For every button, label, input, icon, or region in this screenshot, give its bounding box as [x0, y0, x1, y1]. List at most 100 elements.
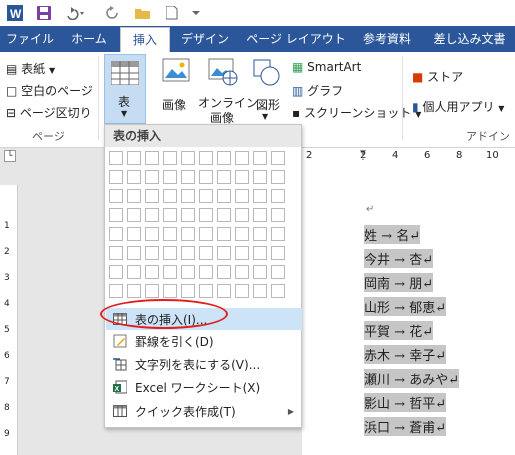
- table-grid-cell[interactable]: [181, 189, 195, 203]
- table-grid-cell[interactable]: [109, 284, 123, 298]
- tab-home[interactable]: ホーム: [62, 26, 116, 52]
- table-grid-cell[interactable]: [271, 151, 285, 165]
- table-grid-cell[interactable]: [109, 246, 123, 260]
- redo-icon[interactable]: [104, 3, 120, 23]
- smartart-button[interactable]: ▦ SmartArt: [292, 60, 361, 74]
- tab-page-layout[interactable]: ページ レイアウト: [242, 26, 350, 52]
- tab-file[interactable]: ファイル: [0, 26, 60, 52]
- table-grid-cell[interactable]: [253, 151, 267, 165]
- table-grid-cell[interactable]: [127, 208, 141, 222]
- dropdown-caret-icon[interactable]: [190, 3, 202, 23]
- table-grid-cell[interactable]: [109, 208, 123, 222]
- excel-worksheet-item[interactable]: X Excel ワークシート(X): [106, 376, 302, 398]
- table-grid-cell[interactable]: [235, 170, 249, 184]
- table-grid-cell[interactable]: [199, 151, 213, 165]
- table-grid-cell[interactable]: [109, 151, 123, 165]
- save-icon[interactable]: [34, 3, 54, 23]
- table-grid-cell[interactable]: [217, 265, 231, 279]
- table-grid-cell[interactable]: [181, 284, 195, 298]
- table-grid-cell[interactable]: [163, 151, 177, 165]
- table-grid-cell[interactable]: [127, 227, 141, 241]
- table-grid-cell[interactable]: [163, 208, 177, 222]
- table-grid-cell[interactable]: [253, 170, 267, 184]
- graph-button[interactable]: ▥ グラフ: [292, 82, 343, 99]
- table-grid-cell[interactable]: [271, 189, 285, 203]
- table-grid-cell[interactable]: [109, 265, 123, 279]
- table-grid-cell[interactable]: [235, 227, 249, 241]
- table-grid-cell[interactable]: [181, 208, 195, 222]
- table-grid-cell[interactable]: [109, 170, 123, 184]
- table-grid-cell[interactable]: [217, 284, 231, 298]
- online-image-button[interactable]: オンライン 画像: [198, 56, 258, 125]
- table-grid-cell[interactable]: [271, 284, 285, 298]
- blank-page-button[interactable]: □ 空白のページ: [6, 82, 93, 99]
- table-grid-cell[interactable]: [127, 170, 141, 184]
- table-grid-cell[interactable]: [199, 265, 213, 279]
- table-grid-cell[interactable]: [109, 189, 123, 203]
- store-button[interactable]: ■ ストア: [412, 68, 463, 85]
- table-grid-cell[interactable]: [145, 170, 159, 184]
- table-grid-cell[interactable]: [181, 265, 195, 279]
- table-grid-cell[interactable]: [217, 151, 231, 165]
- table-grid-cell[interactable]: [145, 151, 159, 165]
- page-break-button[interactable]: ⊟ ページ区切り: [6, 104, 92, 121]
- table-grid-cell[interactable]: [235, 246, 249, 260]
- table-grid-cell[interactable]: [127, 151, 141, 165]
- table-grid-cell[interactable]: [235, 265, 249, 279]
- table-grid-cell[interactable]: [181, 151, 195, 165]
- table-grid-cell[interactable]: [271, 227, 285, 241]
- image-button[interactable]: 画像: [158, 56, 196, 122]
- table-grid-cell[interactable]: [127, 246, 141, 260]
- table-grid-cell[interactable]: [253, 246, 267, 260]
- table-grid-cell[interactable]: [271, 246, 285, 260]
- table-grid-cell[interactable]: [235, 284, 249, 298]
- table-grid-cell[interactable]: [127, 189, 141, 203]
- table-grid-cell[interactable]: [127, 284, 141, 298]
- table-grid-cell[interactable]: [217, 170, 231, 184]
- table-grid-cell[interactable]: [181, 227, 195, 241]
- table-grid-cell[interactable]: [109, 227, 123, 241]
- selected-text-block[interactable]: 姓 → 名↵ 今井 → 杏↵ 岡南 → 朋↵ 山形 → 郁恵↵ 平賀 → 花↵ …: [364, 222, 474, 438]
- tab-insert[interactable]: 挿入: [120, 27, 170, 52]
- table-grid-cell[interactable]: [199, 227, 213, 241]
- table-grid-cell[interactable]: [271, 208, 285, 222]
- undo-icon[interactable]: [62, 3, 86, 23]
- tab-references[interactable]: 参考資料: [354, 26, 420, 52]
- table-grid-cell[interactable]: [217, 246, 231, 260]
- table-button[interactable]: 表 ▼: [104, 54, 146, 124]
- table-grid-cell[interactable]: [199, 208, 213, 222]
- table-grid-cell[interactable]: [235, 208, 249, 222]
- table-grid-cell[interactable]: [127, 265, 141, 279]
- table-grid-cell[interactable]: [235, 189, 249, 203]
- table-grid-cell[interactable]: [271, 170, 285, 184]
- table-grid-cell[interactable]: [217, 227, 231, 241]
- table-grid-cell[interactable]: [163, 227, 177, 241]
- text-to-table-item[interactable]: 文字列を表にする(V)...: [106, 353, 302, 375]
- table-grid-cell[interactable]: [181, 246, 195, 260]
- quick-table-item[interactable]: クイック表作成(T) ▶: [106, 400, 302, 422]
- table-grid-cell[interactable]: [253, 284, 267, 298]
- table-grid-cell[interactable]: [163, 189, 177, 203]
- vertical-ruler[interactable]: 1 2 3 4 5 6 7 8 9: [0, 185, 18, 455]
- table-grid-cell[interactable]: [145, 284, 159, 298]
- table-grid-cell[interactable]: [145, 208, 159, 222]
- table-grid-cell[interactable]: [145, 265, 159, 279]
- table-grid-cell[interactable]: [145, 227, 159, 241]
- cover-page-button[interactable]: ▤ 表紙 ▼: [6, 60, 55, 77]
- tab-selector[interactable]: └: [4, 150, 16, 162]
- table-grid-cell[interactable]: [271, 265, 285, 279]
- table-grid-cell[interactable]: [217, 189, 231, 203]
- table-grid-cell[interactable]: [253, 208, 267, 222]
- tab-mailings[interactable]: 差し込み文書: [424, 26, 515, 52]
- table-grid-cell[interactable]: [217, 208, 231, 222]
- table-grid-cell[interactable]: [199, 284, 213, 298]
- table-grid-cell[interactable]: [163, 246, 177, 260]
- table-grid-cell[interactable]: [253, 189, 267, 203]
- table-grid-cell[interactable]: [253, 227, 267, 241]
- table-grid-cell[interactable]: [163, 284, 177, 298]
- new-doc-icon[interactable]: [164, 3, 180, 23]
- shapes-button[interactable]: 図形 ▼: [250, 56, 284, 122]
- folder-icon[interactable]: [134, 3, 152, 23]
- tab-design[interactable]: デザイン: [174, 26, 236, 52]
- table-grid-cell[interactable]: [163, 265, 177, 279]
